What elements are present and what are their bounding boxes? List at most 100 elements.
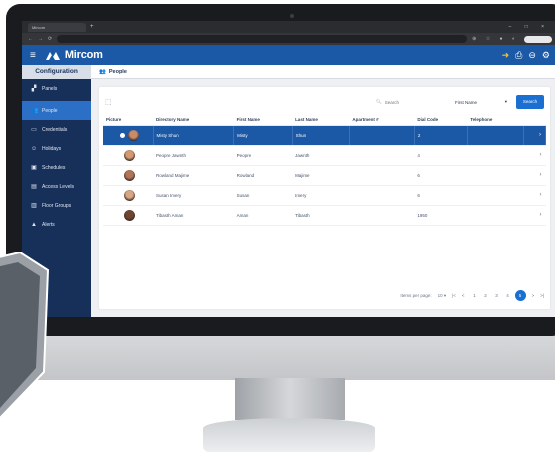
page-header: 👥 People: [91, 65, 555, 79]
clear-filter-icon[interactable]: ⬚: [105, 98, 112, 106]
cell-directory-name: Misty Shun: [153, 125, 235, 146]
sidebar-item-schedules[interactable]: ▣ Schedules: [22, 158, 91, 177]
avatar: [127, 129, 139, 141]
app-header: ≡ Mircom ➜ ⎙ ⊖ ⚙: [22, 45, 555, 65]
picture-cell: [103, 145, 154, 166]
chevron-right-icon[interactable]: ›: [523, 205, 546, 226]
sidebar-item-alerts[interactable]: ▲ Alerts: [22, 215, 91, 234]
column-header[interactable]: Picture: [103, 115, 154, 126]
back-icon[interactable]: ←: [28, 36, 33, 42]
cell-apartment: [349, 145, 415, 166]
avatar: [124, 189, 136, 201]
sidebar-title: Configuration: [22, 65, 91, 79]
picture-cell: [103, 185, 154, 206]
chevron-right-icon[interactable]: ›: [523, 125, 547, 146]
selected-radio-icon[interactable]: [119, 132, 125, 138]
sidebar-item-access-levels[interactable]: ▤ Access Levels: [22, 177, 91, 196]
url-field[interactable]: [57, 35, 468, 43]
table-row[interactable]: Peopre Jawnth Peopre Jawnth 4 ›: [103, 145, 546, 166]
avatar: [124, 209, 136, 221]
window-controls[interactable]: – □ ×: [509, 24, 555, 30]
floor-groups-icon: ▥: [31, 203, 37, 209]
avatar: [124, 169, 136, 181]
table-row[interactable]: Rowland Majime Rowland Majime 6 ›: [103, 165, 546, 186]
chevron-right-icon[interactable]: ›: [523, 145, 546, 166]
sidebar-item-label: People: [42, 107, 58, 114]
picture-cell: [103, 165, 154, 186]
page-number[interactable]: 2: [482, 293, 490, 298]
cell-apartment: [349, 125, 415, 146]
page-number[interactable]: 3: [493, 293, 501, 298]
menu-icon[interactable]: ≡: [30, 50, 36, 61]
column-header[interactable]: Last Name: [292, 115, 350, 126]
chevron-right-icon[interactable]: ›: [523, 185, 546, 206]
cell-apartment: [349, 165, 415, 186]
sidebar-item-label: Alerts: [42, 221, 55, 228]
cell-telephone: [467, 165, 524, 186]
browser-extension-icons[interactable]: ⊕ ☆ ● ◐: [472, 36, 519, 42]
login-icon[interactable]: ➜: [502, 50, 510, 61]
cell-first-name: Aman: [233, 205, 293, 226]
page-title: People: [108, 68, 127, 75]
browser-tab[interactable]: Mircom: [28, 22, 86, 32]
cell-dial-code: 6: [414, 165, 468, 186]
scene: Mircom + – □ × ← → ⟳ ⊕ ☆ ● ◐ ≡ Mircom ➜ …: [0, 0, 555, 454]
table-row[interactable]: Susan Imery Susan Imery 6 ›: [103, 185, 546, 206]
table-row[interactable]: Misty Shun Misty Shun 2 ›: [103, 125, 547, 146]
table-body: Misty Shun Misty Shun 2 › Peopre Jawnth Peopre…: [103, 125, 547, 226]
picture-cell: [103, 125, 154, 146]
column-header[interactable]: First Name: [233, 115, 293, 126]
search-box: 🔍︎: [376, 96, 446, 108]
cell-directory-name: Peopre Jawnth: [153, 145, 234, 166]
new-tab-icon[interactable]: +: [90, 24, 94, 30]
sidebar-item-label: Floor Groups: [42, 202, 72, 209]
page-number[interactable]: 1: [471, 293, 479, 298]
next-page-icon[interactable]: >: [532, 293, 535, 298]
cell-directory-name: Susan Imery: [153, 185, 234, 206]
browser-address-bar: ← → ⟳ ⊕ ☆ ● ◐: [22, 33, 555, 45]
column-header[interactable]: Apartment #: [349, 115, 415, 126]
forward-icon[interactable]: →: [38, 36, 43, 42]
app-body: Configuration ▞ Panels 👥 People ▭ Credentials…: [22, 65, 555, 317]
sidebar-item-label: Access Levels: [42, 183, 74, 190]
sidebar-item-panels[interactable]: ▞ Panels: [22, 79, 91, 98]
page-number[interactable]: 5: [514, 290, 526, 301]
reload-icon[interactable]: ⟳: [48, 36, 52, 42]
last-page-icon[interactable]: >|: [540, 293, 544, 298]
first-page-icon[interactable]: |<: [452, 293, 456, 298]
sidebar-item-holidays[interactable]: ☺ Holidays: [22, 139, 91, 158]
table-row[interactable]: Tibasth Aman Aman Tibasth 1950 ›: [103, 205, 546, 226]
column-header[interactable]: Telephone: [467, 115, 524, 126]
cell-first-name: Rowland: [233, 165, 293, 186]
people-table: Picture Directory Name First Name Last Name…: [103, 115, 547, 226]
sidebar-item-floor-groups[interactable]: ▥ Floor Groups: [22, 196, 91, 215]
page-numbers: 12345: [471, 290, 526, 301]
column-header[interactable]: Dial Code: [414, 115, 468, 126]
monitor-stand: [235, 378, 345, 420]
page-number[interactable]: 4: [504, 293, 512, 298]
sidebar-item-credentials[interactable]: ▭ Credentials: [22, 120, 91, 139]
print-icon[interactable]: ⎙: [515, 50, 522, 61]
table-header-row: Picture Directory Name First Name Last Name…: [103, 115, 546, 126]
settings-icon[interactable]: ⚙: [542, 50, 550, 61]
monitor-stand-base: [203, 418, 375, 452]
search-button[interactable]: Search: [516, 95, 544, 109]
column-header[interactable]: Directory Name: [153, 115, 234, 126]
sidebar-item-label: Panels: [42, 85, 58, 92]
profile-button[interactable]: [524, 35, 552, 43]
cell-first-name: Misty: [233, 125, 293, 146]
help-icon[interactable]: ⊖: [528, 50, 536, 61]
sidebar-item-people[interactable]: 👥 People: [22, 101, 91, 120]
search-field-select[interactable]: First Name ▾: [452, 96, 510, 108]
column-header-actions: [523, 115, 546, 126]
cell-apartment: [349, 185, 415, 206]
cell-first-name: Susan: [233, 185, 293, 206]
cell-dial-code: 2: [414, 125, 468, 146]
cell-last-name: Shun: [292, 125, 350, 146]
chevron-right-icon[interactable]: ›: [523, 165, 546, 186]
items-per-page-select[interactable]: 10 ▾: [438, 293, 447, 299]
search-input[interactable]: [384, 99, 443, 105]
mircom-logo-icon: [45, 51, 60, 60]
prev-page-icon[interactable]: <: [462, 293, 465, 298]
screen: Mircom + – □ × ← → ⟳ ⊕ ☆ ● ◐ ≡ Mircom ➜ …: [22, 21, 555, 317]
